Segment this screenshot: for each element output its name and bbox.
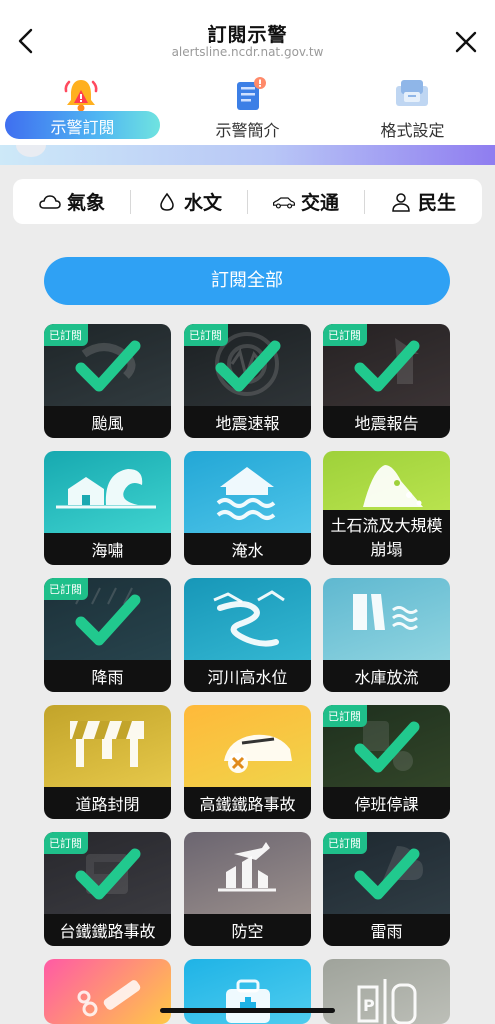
landslide-icon [323, 451, 450, 510]
subscribed-badge: 已訂閱 [323, 324, 367, 346]
alert-card[interactable]: 已訂閱 地震速報 [184, 324, 311, 438]
alert-card[interactable]: 已訂閱 地震報告 [323, 324, 450, 438]
subscribed-badge: 已訂閱 [184, 324, 228, 346]
alert-card-label: 水庫放流 [323, 660, 450, 692]
home-indicator [160, 1008, 335, 1013]
checkmark-icon [215, 340, 281, 392]
road-barrier-icon [44, 705, 171, 787]
category-bar: 氣象 水文 交通 民生 [13, 179, 482, 224]
alert-card-label: 降雨 [44, 660, 171, 692]
alert-card[interactable]: 已訂閱 颱風 [44, 324, 171, 438]
person-icon [392, 192, 410, 212]
first-aid-kit-icon [184, 959, 311, 1024]
alert-card[interactable]: 已訂閱 停班停課 [323, 705, 450, 819]
svg-text:P: P [363, 996, 375, 1015]
category-traffic[interactable]: 交通 [247, 179, 364, 224]
tab-label: 示警訂閱 [50, 118, 115, 137]
alert-card-label: 台鐵鐵路事故 [44, 914, 171, 946]
alert-card[interactable]: 河川高水位 [184, 578, 311, 692]
tsunami-icon [44, 451, 171, 533]
category-livelihood[interactable]: 民生 [364, 179, 481, 224]
alert-card-label: 淹水 [184, 533, 311, 565]
alert-card-label: 海嘯 [44, 533, 171, 565]
checkmark-icon [354, 340, 420, 392]
subscribed-badge: 已訂閱 [44, 324, 88, 346]
alert-card[interactable]: P [323, 959, 450, 1024]
alert-card[interactable]: 已訂閱 台鐵鐵路事故 [44, 832, 171, 946]
high-speed-rail-icon [184, 705, 311, 787]
alert-card-label: 道路封閉 [44, 787, 171, 819]
car-icon [272, 196, 295, 209]
checkmark-icon [75, 340, 141, 392]
reservoir-icon [323, 578, 450, 660]
alert-card-label: 高鐵鐵路事故 [184, 787, 311, 819]
air-raid-icon [184, 832, 311, 914]
category-label: 氣象 [66, 192, 105, 214]
flood-icon [184, 451, 311, 533]
alert-card-label: 地震報告 [323, 406, 450, 438]
parking-icon: P [323, 959, 450, 1024]
category-label: 交通 [300, 192, 339, 214]
alert-card[interactable]: 淹水 [184, 451, 311, 565]
document-info-icon [237, 77, 266, 110]
subscribed-badge: 已訂閱 [44, 832, 88, 854]
cloud-icon [39, 194, 61, 209]
alert-card[interactable]: 土石流及大規模崩塌 [323, 451, 450, 565]
alert-card[interactable]: 防空 [184, 832, 311, 946]
close-icon[interactable] [452, 28, 480, 56]
alert-card-label: 防空 [184, 914, 311, 946]
alert-card[interactable]: 高鐵鐵路事故 [184, 705, 311, 819]
alert-card-label: 地震速報 [184, 406, 311, 438]
category-hydrology[interactable]: 水文 [130, 179, 247, 224]
alert-card-label: 雷雨 [323, 914, 450, 946]
alert-card[interactable] [44, 959, 171, 1024]
top-navigation-bar: 訂閱示警 alertsline.ncdr.nat.gov.tw 示警訂閱 示警簡 [0, 0, 495, 145]
alert-card[interactable]: 水庫放流 [323, 578, 450, 692]
page-title: 訂閱示警 [207, 24, 288, 46]
alert-card[interactable]: 道路封閉 [44, 705, 171, 819]
page-url: alertsline.ncdr.nat.gov.tw [171, 45, 324, 59]
alert-card-label: 颱風 [44, 406, 171, 438]
subscribed-badge: 已訂閱 [323, 832, 367, 854]
checkmark-icon [354, 848, 420, 900]
settings-format-icon [396, 80, 428, 106]
water-drop-icon [160, 192, 174, 211]
checkmark-icon [75, 848, 141, 900]
subscribed-badge: 已訂閱 [44, 578, 88, 600]
alert-card[interactable]: 已訂閱 降雨 [44, 578, 171, 692]
subscribe-all-button[interactable]: 訂閱全部 [44, 257, 450, 305]
alert-card[interactable]: 已訂閱 雷雨 [323, 832, 450, 946]
banner-strip [0, 145, 495, 165]
medical-syringe-icon [44, 959, 171, 1024]
alert-card[interactable] [184, 959, 311, 1024]
tab-label: 示警簡介 [215, 121, 280, 140]
checkmark-icon [75, 594, 141, 646]
alert-card[interactable]: 海嘯 [44, 451, 171, 565]
tab-label: 格式設定 [380, 121, 445, 140]
river-icon [184, 578, 311, 660]
category-label: 水文 [183, 192, 222, 214]
alert-card-label: 河川高水位 [184, 660, 311, 692]
checkmark-icon [354, 721, 420, 773]
alert-card-label: 停班停課 [323, 787, 450, 819]
subscribed-badge: 已訂閱 [323, 705, 367, 727]
bell-alert-icon [64, 80, 98, 112]
category-weather[interactable]: 氣象 [13, 179, 130, 224]
banner-avatar [16, 145, 46, 157]
category-label: 民生 [417, 192, 456, 214]
alert-card-label: 土石流及大規模崩塌 [323, 510, 450, 565]
